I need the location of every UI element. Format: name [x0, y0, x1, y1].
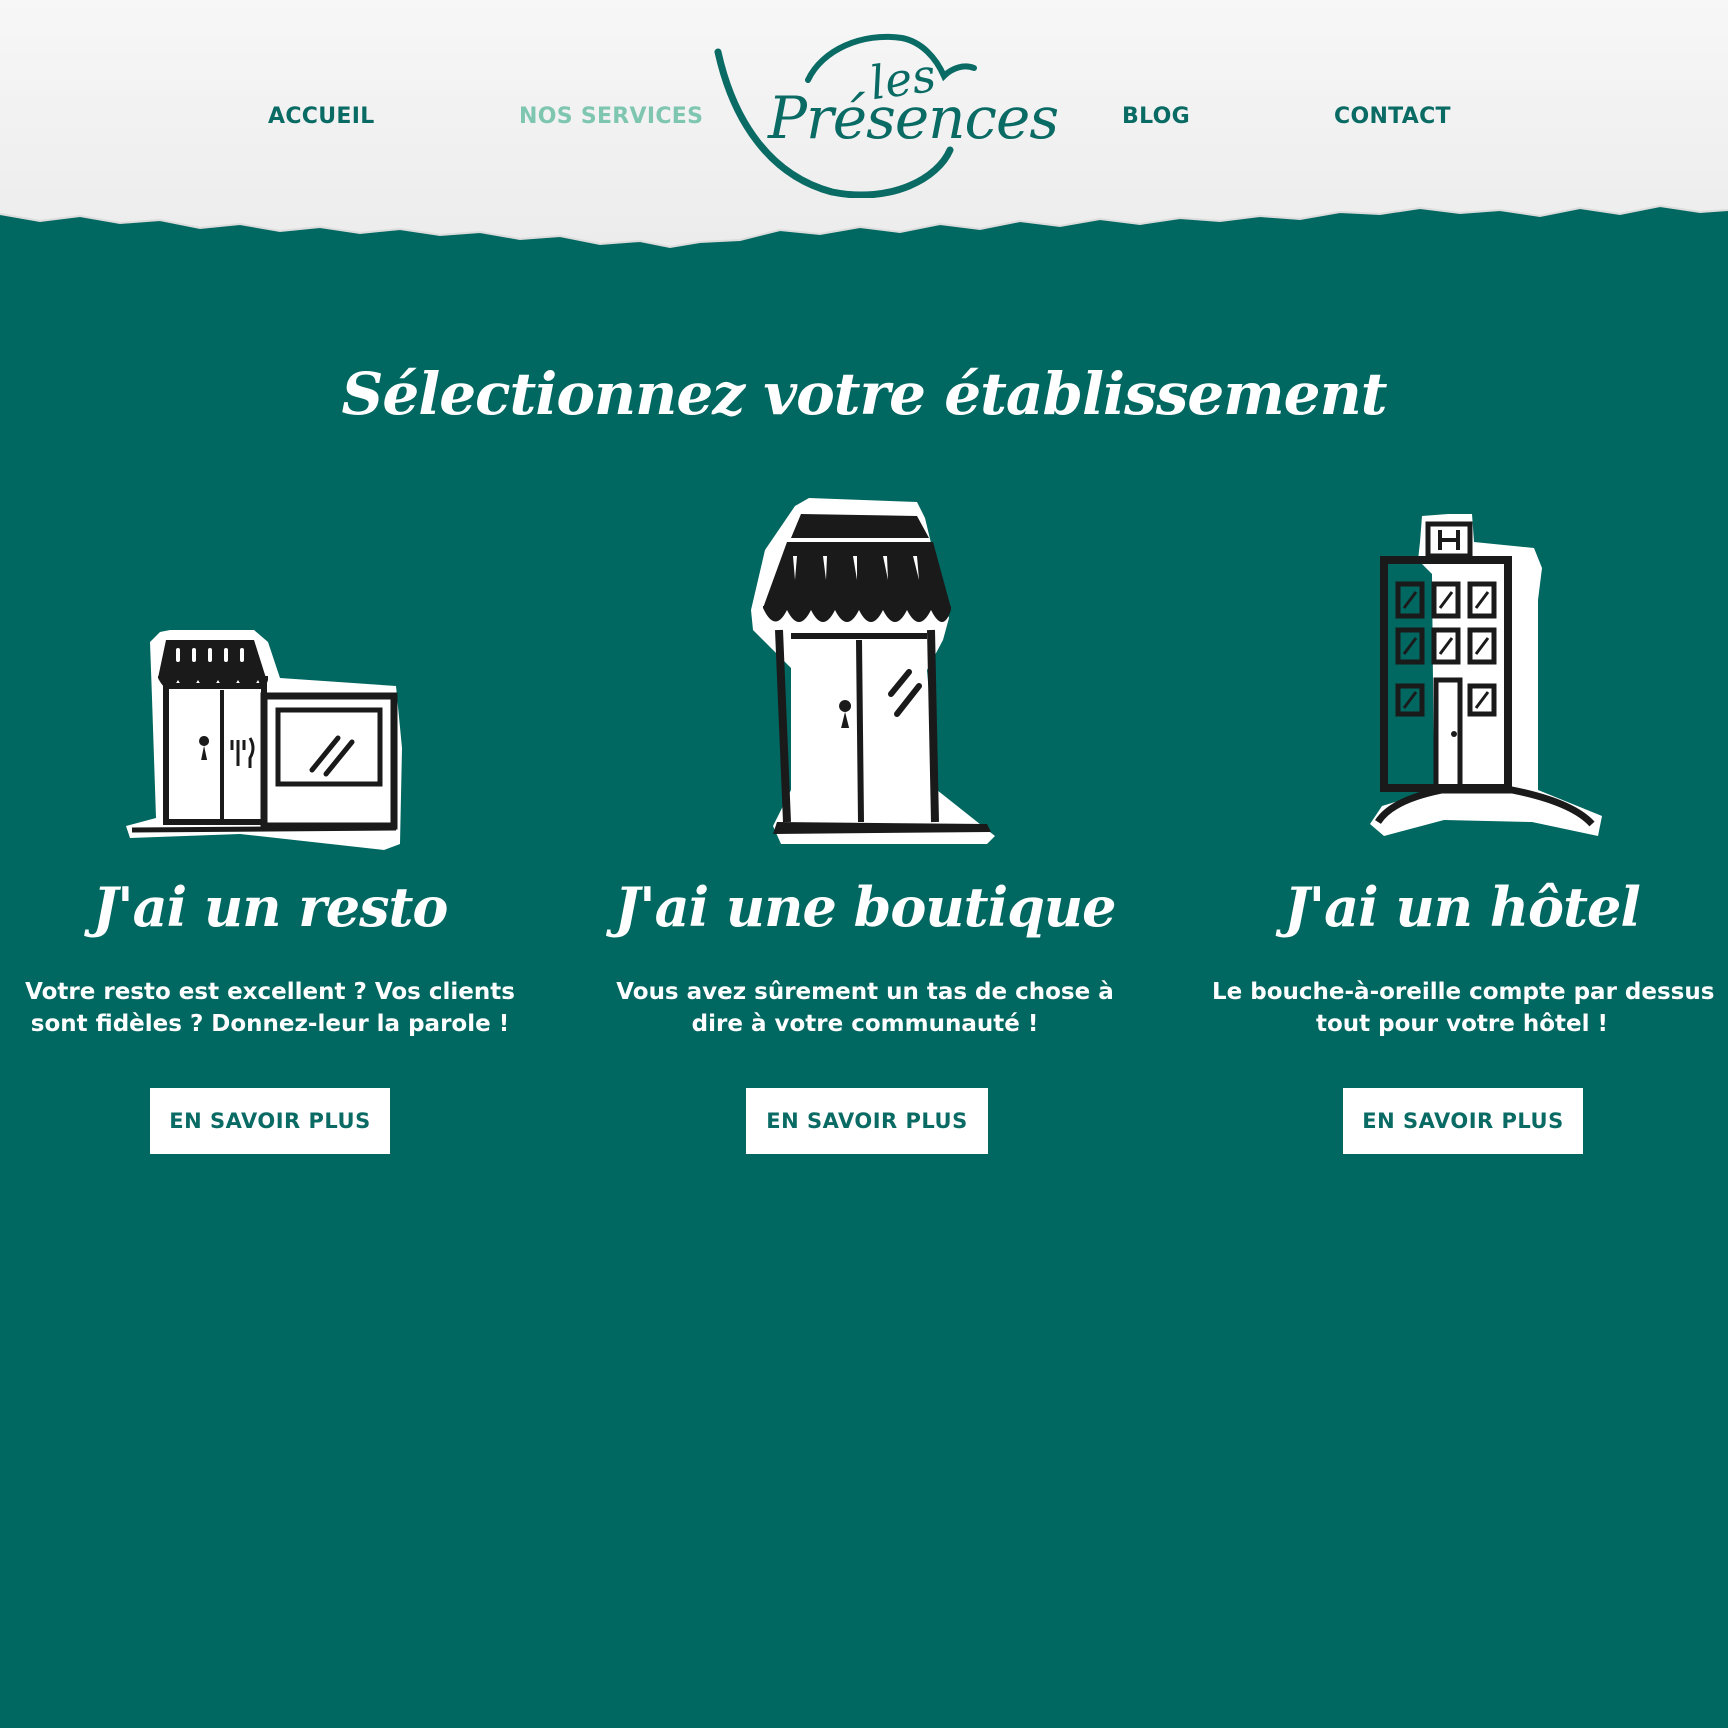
nav-link-accueil[interactable]: ACCUEIL — [268, 104, 375, 129]
nav-link-blog[interactable]: BLOG — [1122, 104, 1190, 129]
card-description-line: tout pour votre hôtel ! — [1315, 1011, 1609, 1037]
card-description-line: sont fidèles ? Donnez-leur la parole ! — [30, 1011, 510, 1037]
card-description-line: Le bouche-à-oreille compte par dessus — [1212, 979, 1715, 1005]
nav-link-nos-services[interactable]: NOS SERVICES — [519, 104, 703, 129]
nav-link-contact[interactable]: CONTACT — [1334, 104, 1451, 129]
en-savoir-plus-hotel-button[interactable]: EN SAVOIR PLUS — [1343, 1088, 1583, 1154]
site-header: ACCUEIL NOS SERVICES les Présences BLOG … — [0, 0, 1728, 260]
card-title: J'ai une boutique — [614, 875, 1117, 939]
restaurant-building-icon — [126, 630, 402, 850]
page: ACCUEIL NOS SERVICES les Présences BLOG … — [0, 0, 1728, 1728]
section-title: Sélectionnez votre établissement — [341, 360, 1387, 428]
card-resto: J'ai un resto Votre resto est excellent … — [0, 490, 540, 1170]
card-description: Le bouche-à-oreille compte par dessus to… — [1212, 976, 1715, 1040]
logo-name-text: Présences — [768, 84, 1059, 152]
shop-building-icon — [751, 498, 995, 844]
card-title: J'ai un resto — [92, 875, 449, 939]
hotel-building-icon — [1370, 514, 1602, 836]
card-title: J'ai un hôtel — [1284, 875, 1641, 939]
logo[interactable]: les Présences — [712, 28, 1059, 198]
en-savoir-plus-resto-button[interactable]: EN SAVOIR PLUS — [150, 1088, 390, 1154]
card-boutique: J'ai une boutique Vous avez sûrement un … — [595, 490, 1135, 1170]
card-description: Vous avez sûrement un tas de chose à dir… — [615, 976, 1115, 1040]
en-savoir-plus-boutique-button[interactable]: EN SAVOIR PLUS — [746, 1088, 988, 1154]
card-hotel: J'ai un hôtel Le bouche-à-oreille compte… — [1192, 490, 1728, 1170]
card-description-line: Vous avez sûrement un tas de chose à — [616, 979, 1114, 1005]
card-description-line: dire à votre communauté ! — [691, 1011, 1039, 1037]
card-description-line: Votre resto est excellent ? Vos clients — [25, 979, 515, 1005]
card-description: Votre resto est excellent ? Vos clients … — [20, 976, 520, 1040]
